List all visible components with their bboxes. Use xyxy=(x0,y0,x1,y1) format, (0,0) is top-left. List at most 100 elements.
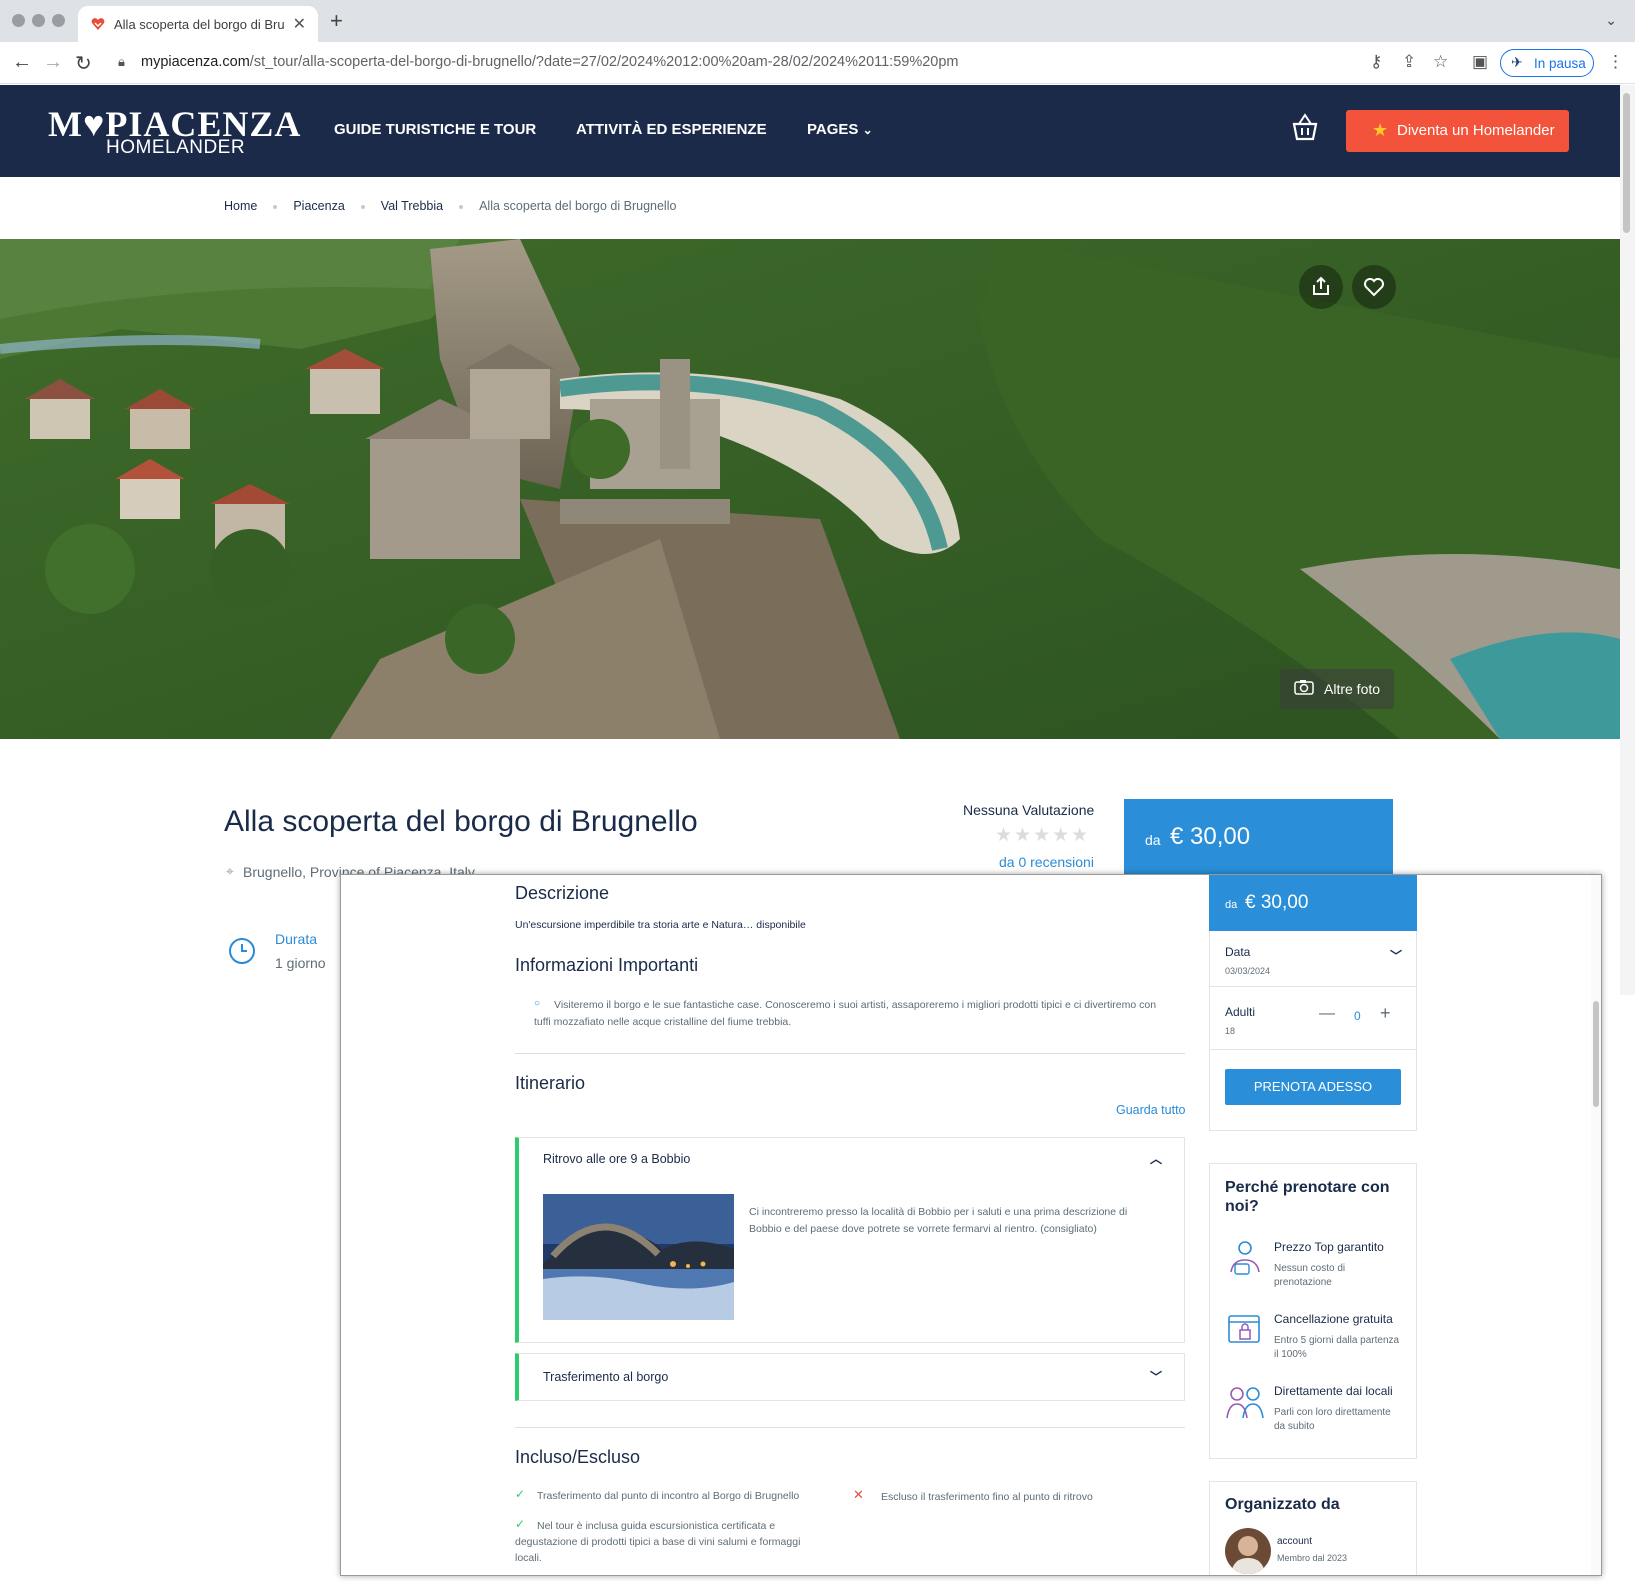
key-icon[interactable]: ⚷ xyxy=(1370,52,1382,72)
price-prefix: da xyxy=(1145,832,1161,848)
why-book-card: Perché prenotare con noi? Prezzo Top gar… xyxy=(1209,1163,1417,1459)
share-icon[interactable]: ⇪ xyxy=(1402,52,1416,72)
chevron-down-icon[interactable]: ﹀ xyxy=(1150,1368,1162,1385)
location-pin-icon: ⌖ xyxy=(226,863,234,879)
new-tab-icon[interactable]: + xyxy=(330,8,343,34)
divider xyxy=(1210,1049,1416,1050)
chevron-down-icon: ⌄ xyxy=(862,123,873,137)
more-photos-button[interactable]: Altre foto xyxy=(1280,669,1394,709)
tab-title: Alla scoperta del borgo di Brug xyxy=(114,17,284,32)
tour-title: Alla scoperta del borgo di Brugnello xyxy=(224,805,698,838)
chevron-down-icon: ﹀ xyxy=(1389,949,1402,963)
overlay-scrollbar[interactable] xyxy=(1591,875,1601,1575)
window-close-dot[interactable] xyxy=(12,14,25,27)
why-item-title: Cancellazione gratuita xyxy=(1274,1312,1393,1326)
itinerary-item-text: Ci incontreremo presso la località di Bo… xyxy=(749,1206,1128,1235)
itinerary-item-collapsed[interactable]: Trasferimento al borgo ﹀ xyxy=(515,1353,1185,1401)
breadcrumb-separator xyxy=(360,204,365,209)
organizer-member-since: Membro dal 2023 xyxy=(1277,1553,1348,1563)
reload-icon[interactable]: ↻ xyxy=(75,51,92,76)
profile-status-label: In pausa xyxy=(1534,56,1586,71)
window-maximize-dot[interactable] xyxy=(52,14,65,27)
forward-arrow-icon[interactable]: → xyxy=(43,51,63,74)
chevron-up-icon[interactable]: ︿ xyxy=(1150,1150,1162,1167)
adults-label: Adulti xyxy=(1225,1005,1256,1019)
window-minimize-dot[interactable] xyxy=(32,14,45,27)
itinerary-heading: Itinerario xyxy=(515,1073,586,1093)
price-banner: da € 30,00 xyxy=(1124,799,1393,877)
nav-pages[interactable]: PAGES ⌄ xyxy=(807,121,873,138)
nav-pages-label: PAGES xyxy=(807,121,859,138)
local-people-icon xyxy=(1226,1387,1264,1419)
share-button[interactable] xyxy=(1299,265,1343,309)
itinerary-item-title: Ritrovo alle ore 9 a Bobbio xyxy=(543,1152,691,1166)
book-now-button[interactable]: PRENOTA ADESSO xyxy=(1225,1069,1401,1105)
profile-icon: ✈︎ xyxy=(1511,54,1523,70)
important-info-heading: Informazioni Importanti xyxy=(515,955,699,975)
itinerary-photo-bobbio xyxy=(543,1194,734,1320)
sidebar-panel-icon[interactable]: ▣ xyxy=(1472,52,1488,72)
rating-label: Nessuna Valutazione xyxy=(963,802,1095,818)
nav-guide-turistiche[interactable]: GUIDE TURISTICHE E TOUR xyxy=(334,121,536,138)
adults-sub: 18 xyxy=(1225,1026,1236,1036)
breadcrumb-separator xyxy=(459,204,464,209)
why-item-text: Parli con loro direttamente da subito xyxy=(1274,1407,1391,1432)
overlay-scrollbar-thumb[interactable] xyxy=(1593,1001,1599,1107)
cart-basket-icon[interactable] xyxy=(1291,112,1319,142)
booking-form: Data 03/03/2024 ﹀ Adulti 18 — 0 + PRENOT… xyxy=(1209,931,1417,1131)
description-heading: Descrizione xyxy=(515,883,610,903)
hero-landscape-illustration xyxy=(0,239,1620,739)
price-value: € 30,00 xyxy=(1170,823,1251,850)
become-homelander-button[interactable]: ★ Diventa un Homelander xyxy=(1346,110,1569,152)
profile-paused-button[interactable]: ✈︎ In pausa xyxy=(1500,49,1594,77)
url-path: /st_tour/alla-scoperta-del-borgo-di-brug… xyxy=(249,54,959,70)
browser-menu-icon[interactable]: ⋮ xyxy=(1607,52,1624,72)
date-value: 03/03/2024 xyxy=(1225,966,1271,976)
see-all-link[interactable]: Guarda tutto xyxy=(1116,1103,1186,1117)
date-selector[interactable]: Data 03/03/2024 ﹀ xyxy=(1210,931,1416,987)
why-item-text: Entro 5 giorni dalla partenza il 100% xyxy=(1274,1335,1400,1360)
address-bar-row: ← → ↻ 🔒︎ mypiacenza.com/st_tour/alla-sco… xyxy=(0,42,1635,84)
breadcrumb-piacenza[interactable]: Piacenza xyxy=(293,199,344,213)
organizer-avatar[interactable] xyxy=(1225,1528,1271,1574)
minus-icon[interactable]: — xyxy=(1319,1005,1335,1023)
more-photos-label: Altre foto xyxy=(1324,681,1381,697)
site-logo-subtitle: HOMELANDER xyxy=(106,137,246,158)
breadcrumb-separator xyxy=(273,204,278,209)
become-homelander-label: Diventa un Homelander xyxy=(1397,122,1555,139)
reviews-link[interactable]: da 0 recensioni xyxy=(999,854,1094,870)
heart-icon xyxy=(1364,278,1384,297)
why-item-title: Direttamente dai locali xyxy=(1274,1384,1393,1398)
plus-icon[interactable]: + xyxy=(1380,1003,1391,1024)
rating-stars: ★★★★★ xyxy=(995,825,1091,846)
tab-search-chevron-icon[interactable]: ⌄ xyxy=(1605,12,1617,29)
site-favicon-icon xyxy=(91,18,105,30)
itinerary-item-title: Trasferimento al borgo xyxy=(543,1370,669,1384)
organizer-name[interactable]: account xyxy=(1277,1536,1312,1547)
nav-attivita[interactable]: ATTIVITÀ ED ESPERIENZE xyxy=(576,121,767,138)
excluded-item: Escluso il trasferimento fino al punto d… xyxy=(881,1491,1093,1503)
free-cancellation-icon xyxy=(1228,1315,1260,1343)
included-excluded-heading: Incluso/Escluso xyxy=(515,1447,641,1467)
booking-price-banner: da € 30,00 xyxy=(1209,875,1417,931)
adults-count[interactable]: 0 xyxy=(1354,1009,1361,1023)
cross-icon: ✕ xyxy=(853,1487,864,1502)
organizer-title: Organizzato da xyxy=(1225,1496,1340,1513)
bookmark-star-icon[interactable]: ☆ xyxy=(1433,52,1448,72)
favorite-button[interactable] xyxy=(1352,265,1396,309)
breadcrumb-val-trebbia[interactable]: Val Trebbia xyxy=(381,199,443,213)
hero-image xyxy=(0,239,1620,739)
page-scrollbar-thumb[interactable] xyxy=(1623,93,1630,233)
tab-close-icon[interactable]: ✕ xyxy=(293,14,306,34)
itinerary-item-expanded[interactable]: Ritrovo alle ore 9 a Bobbio ︿ Ci incontr… xyxy=(515,1137,1185,1343)
browser-tab[interactable]: Alla scoperta del borgo di Brug ✕ xyxy=(78,6,318,42)
share-icon xyxy=(1313,276,1329,295)
back-arrow-icon[interactable]: ← xyxy=(12,51,32,74)
duration-label: Durata xyxy=(275,931,318,947)
url-field[interactable]: mypiacenza.com/st_tour/alla-scoperta-del… xyxy=(141,54,959,70)
check-icon: ✓ xyxy=(515,1487,526,1501)
breadcrumb-current: Alla scoperta del borgo di Brugnello xyxy=(479,199,677,213)
breadcrumb-home[interactable]: Home xyxy=(224,199,257,213)
breadcrumb: Home Piacenza Val Trebbia Alla scoperta del… xyxy=(224,199,676,213)
booking-price-prefix: da xyxy=(1225,899,1238,911)
